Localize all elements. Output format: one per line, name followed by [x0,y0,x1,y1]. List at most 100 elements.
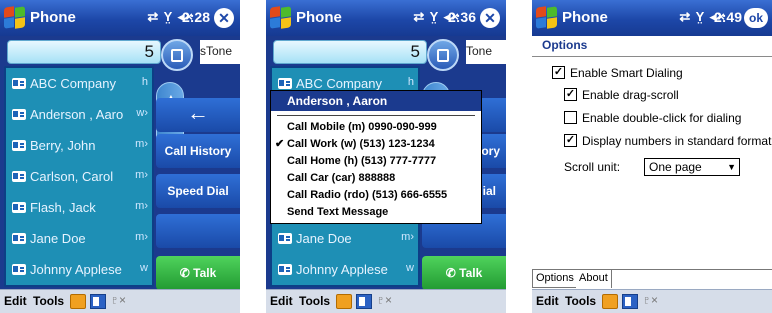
tools-menu[interactable]: Tools [565,294,596,308]
double-click-label: Enable double-click for dialing [582,111,742,125]
number-field[interactable]: 5 [7,40,161,64]
menu-bar: Edit Tools ♇× [532,289,772,313]
ringtone-label: sTone [200,40,240,64]
speed-dial-button[interactable]: Speed Dial [156,174,240,208]
standard-format-checkbox[interactable]: ✓ [564,134,577,147]
talk-button[interactable]: ✆ Talk [156,256,240,290]
tools-menu[interactable]: Tools [33,294,64,308]
popup-item-label: Call Mobile (m) 0990-090-999 [287,121,437,133]
start-menu-icon[interactable] [270,6,292,29]
contacts-icon[interactable] [622,294,638,309]
clock[interactable]: 2:28 [182,9,210,25]
contact-name: Anderson , Aaro [30,107,124,122]
backspace-button[interactable]: ← [156,98,240,132]
popup-item-label: Send Text Message [287,206,389,218]
app-title: Phone [30,9,76,26]
tab-strip: Options About [532,269,772,289]
dialer-body: 5 sTone ABC Company h Anderson , Aaro w›… [0,36,240,290]
folder-icon[interactable] [602,294,618,309]
contact-type: w› [136,107,148,119]
title-bar: Phone ⇄ Y̤ ◂× 2:36 ✕ [266,0,506,36]
edit-menu[interactable]: Edit [4,294,27,308]
popup-item-call-car[interactable]: Call Car (car) 888888 [271,170,481,186]
contact-name: Berry, John [30,138,96,153]
contact-name: Johnny Applese [30,262,122,277]
contact-row[interactable]: Anderson , Aaro w› [8,101,154,129]
talk-button[interactable]: ✆ Talk [422,256,506,290]
popup-item-label: Call Car (car) 888888 [287,172,396,184]
drag-scroll-checkbox[interactable]: ✓ [564,88,577,101]
contact-type: h [141,76,148,88]
title-bar: Phone ⇄ Y̤ ◂× 2:49 ok [532,0,772,36]
keypad-icon[interactable] [161,39,193,71]
contact-name: Flash, Jack [30,200,96,215]
contact-row[interactable]: Berry, John m› [8,132,154,160]
scroll-unit-label: Scroll unit: [564,160,621,174]
contact-row[interactable]: Flash, Jack m› [8,194,154,222]
contact-row[interactable]: Carlson, Carol m› [8,163,154,191]
menu-bar: Edit Tools ♇× [266,289,506,313]
contact-card-icon [12,78,26,89]
edit-menu[interactable]: Edit [536,294,559,308]
contact-card-icon [12,140,26,151]
contact-card-icon [12,233,26,244]
input-panel-icon[interactable]: ♇× [642,293,658,307]
smart-dialing-checkbox[interactable]: ✓ [552,66,565,79]
contact-list[interactable]: ABC Company h Anderson , Aaro w› Berry, … [4,66,154,287]
keypad-icon[interactable] [427,39,459,71]
popup-item-label: Call Radio (rdo) (513) 666-6555 [287,189,448,201]
tools-menu[interactable]: Tools [299,294,330,308]
smart-dialing-label: Enable Smart Dialing [570,66,683,80]
contact-row[interactable]: Johnny Applese w [8,256,154,284]
dialer-screen: Phone ⇄ Y̤ ◂× 2:28 ✕ 5 sTone ABC Company… [0,0,240,313]
contact-card-icon [12,202,26,213]
popup-item-call-radio[interactable]: Call Radio (rdo) (513) 666-6555 [271,187,481,203]
popup-contact-name: Anderson , Aaron [271,91,481,111]
number-field[interactable]: 5 [273,40,427,64]
close-icon[interactable]: ✕ [214,8,234,28]
app-title: Phone [562,9,608,26]
contact-type: m› [135,138,148,150]
contact-row[interactable]: Johnny Applese w [274,256,420,284]
tab-options[interactable]: Options [532,270,578,288]
blank-button[interactable] [156,214,240,248]
ok-button[interactable]: ok [744,8,768,28]
options-screen: Phone ⇄ Y̤ ◂× 2:49 ok Options ✓ Enable S… [532,0,772,313]
popup-item-label: Call Work (w) (513) 123-1234 [287,138,435,150]
double-click-checkbox[interactable] [564,111,577,124]
contacts-icon[interactable] [90,294,106,309]
close-icon[interactable]: ✕ [480,8,500,28]
menu-bar: Edit Tools ♇× [0,289,240,313]
contact-type: m› [135,200,148,212]
folder-icon[interactable] [70,294,86,309]
start-menu-icon[interactable] [4,6,26,29]
folder-icon[interactable] [336,294,352,309]
contact-card-icon [278,78,292,89]
scroll-unit-value: One page [649,160,702,174]
chevron-down-icon: ▼ [727,162,736,172]
start-menu-icon[interactable] [536,6,558,29]
popup-item-send-text[interactable]: Send Text Message [271,204,481,220]
contact-type: m› [401,231,414,243]
contact-name: Jane Doe [30,231,86,246]
contact-row[interactable]: ABC Company h [8,70,154,98]
tab-about[interactable]: About [576,270,612,288]
call-options-popup: Anderson , Aaron Call Mobile (m) 0990-09… [270,90,482,224]
call-history-button[interactable]: Call History [156,134,240,168]
popup-item-call-home[interactable]: Call Home (h) (513) 777-7777 [271,153,481,169]
page-title: Options [542,38,588,52]
contact-row[interactable]: Jane Doe m› [8,225,154,253]
contact-type: h [407,76,414,88]
popup-item-call-mobile[interactable]: Call Mobile (m) 0990-090-999 [271,119,481,135]
scroll-unit-select[interactable]: One page ▼ [644,158,740,176]
contacts-icon[interactable] [356,294,372,309]
clock[interactable]: 2:49 [714,9,742,25]
contact-row[interactable]: Jane Doe m› [274,225,420,253]
edit-menu[interactable]: Edit [270,294,293,308]
popup-item-call-work[interactable]: ✔ Call Work (w) (513) 123-1234 [271,136,481,152]
clock[interactable]: 2:36 [448,9,476,25]
input-panel-icon[interactable]: ♇× [376,293,392,307]
contact-name: ABC Company [30,76,116,91]
input-panel-icon[interactable]: ♇× [110,293,126,307]
contact-type: w [140,262,148,274]
